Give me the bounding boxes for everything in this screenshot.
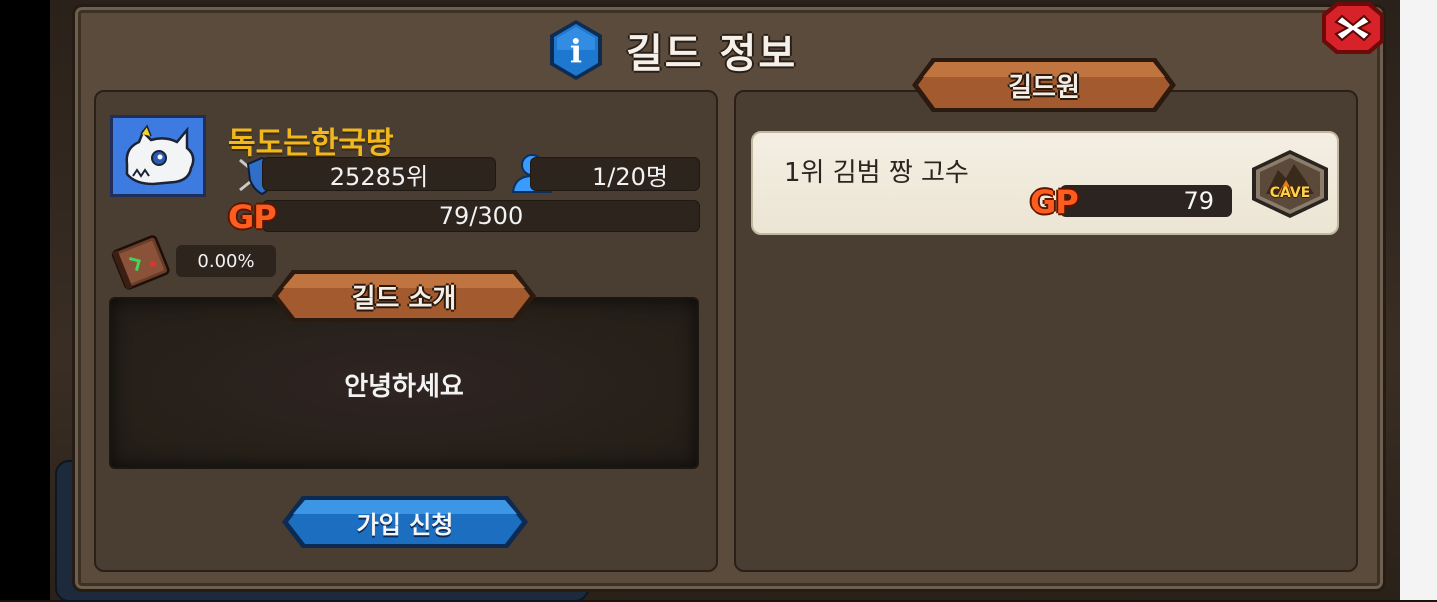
right-letterbox bbox=[1400, 0, 1437, 600]
close-button[interactable] bbox=[1320, 0, 1386, 56]
cave-badge-icon bbox=[1248, 148, 1332, 220]
dragon-skull-emblem bbox=[113, 118, 203, 194]
guild-exp-percent: 0.00% bbox=[176, 245, 276, 277]
member-gp-value: 79 bbox=[1060, 185, 1232, 217]
members-header: 길드원 bbox=[1008, 72, 1080, 103]
book-icon bbox=[111, 235, 170, 290]
cave-badge-label: CAVE bbox=[1269, 185, 1311, 201]
guild-member-count: 1/20명 bbox=[530, 157, 700, 191]
dialog-title-bar: i 길드 정보 bbox=[544, 18, 797, 82]
intro-header-ribbon: 길드 소개 bbox=[270, 268, 538, 324]
guild-rank: 25285위 bbox=[262, 157, 496, 191]
guild-gp-value: 79/300 bbox=[262, 200, 700, 232]
info-icon: i bbox=[544, 18, 608, 82]
members-header-ribbon: 길드원 bbox=[910, 56, 1178, 114]
join-request-label: 가입 신청 bbox=[356, 510, 454, 539]
guild-emblem bbox=[110, 115, 206, 197]
close-icon bbox=[1322, 2, 1384, 54]
intro-header: 길드 소개 bbox=[351, 283, 457, 314]
member-gp-label: GP bbox=[1030, 183, 1079, 221]
dialog-title: 길드 정보 bbox=[626, 31, 798, 77]
left-letterbox bbox=[0, 0, 50, 600]
member-name: 1위 김범 짱 고수 bbox=[784, 158, 969, 188]
gp-label: GP bbox=[228, 198, 277, 236]
guild-intro-text: 안녕하세요 bbox=[344, 372, 464, 402]
svg-text:i: i bbox=[570, 32, 582, 70]
